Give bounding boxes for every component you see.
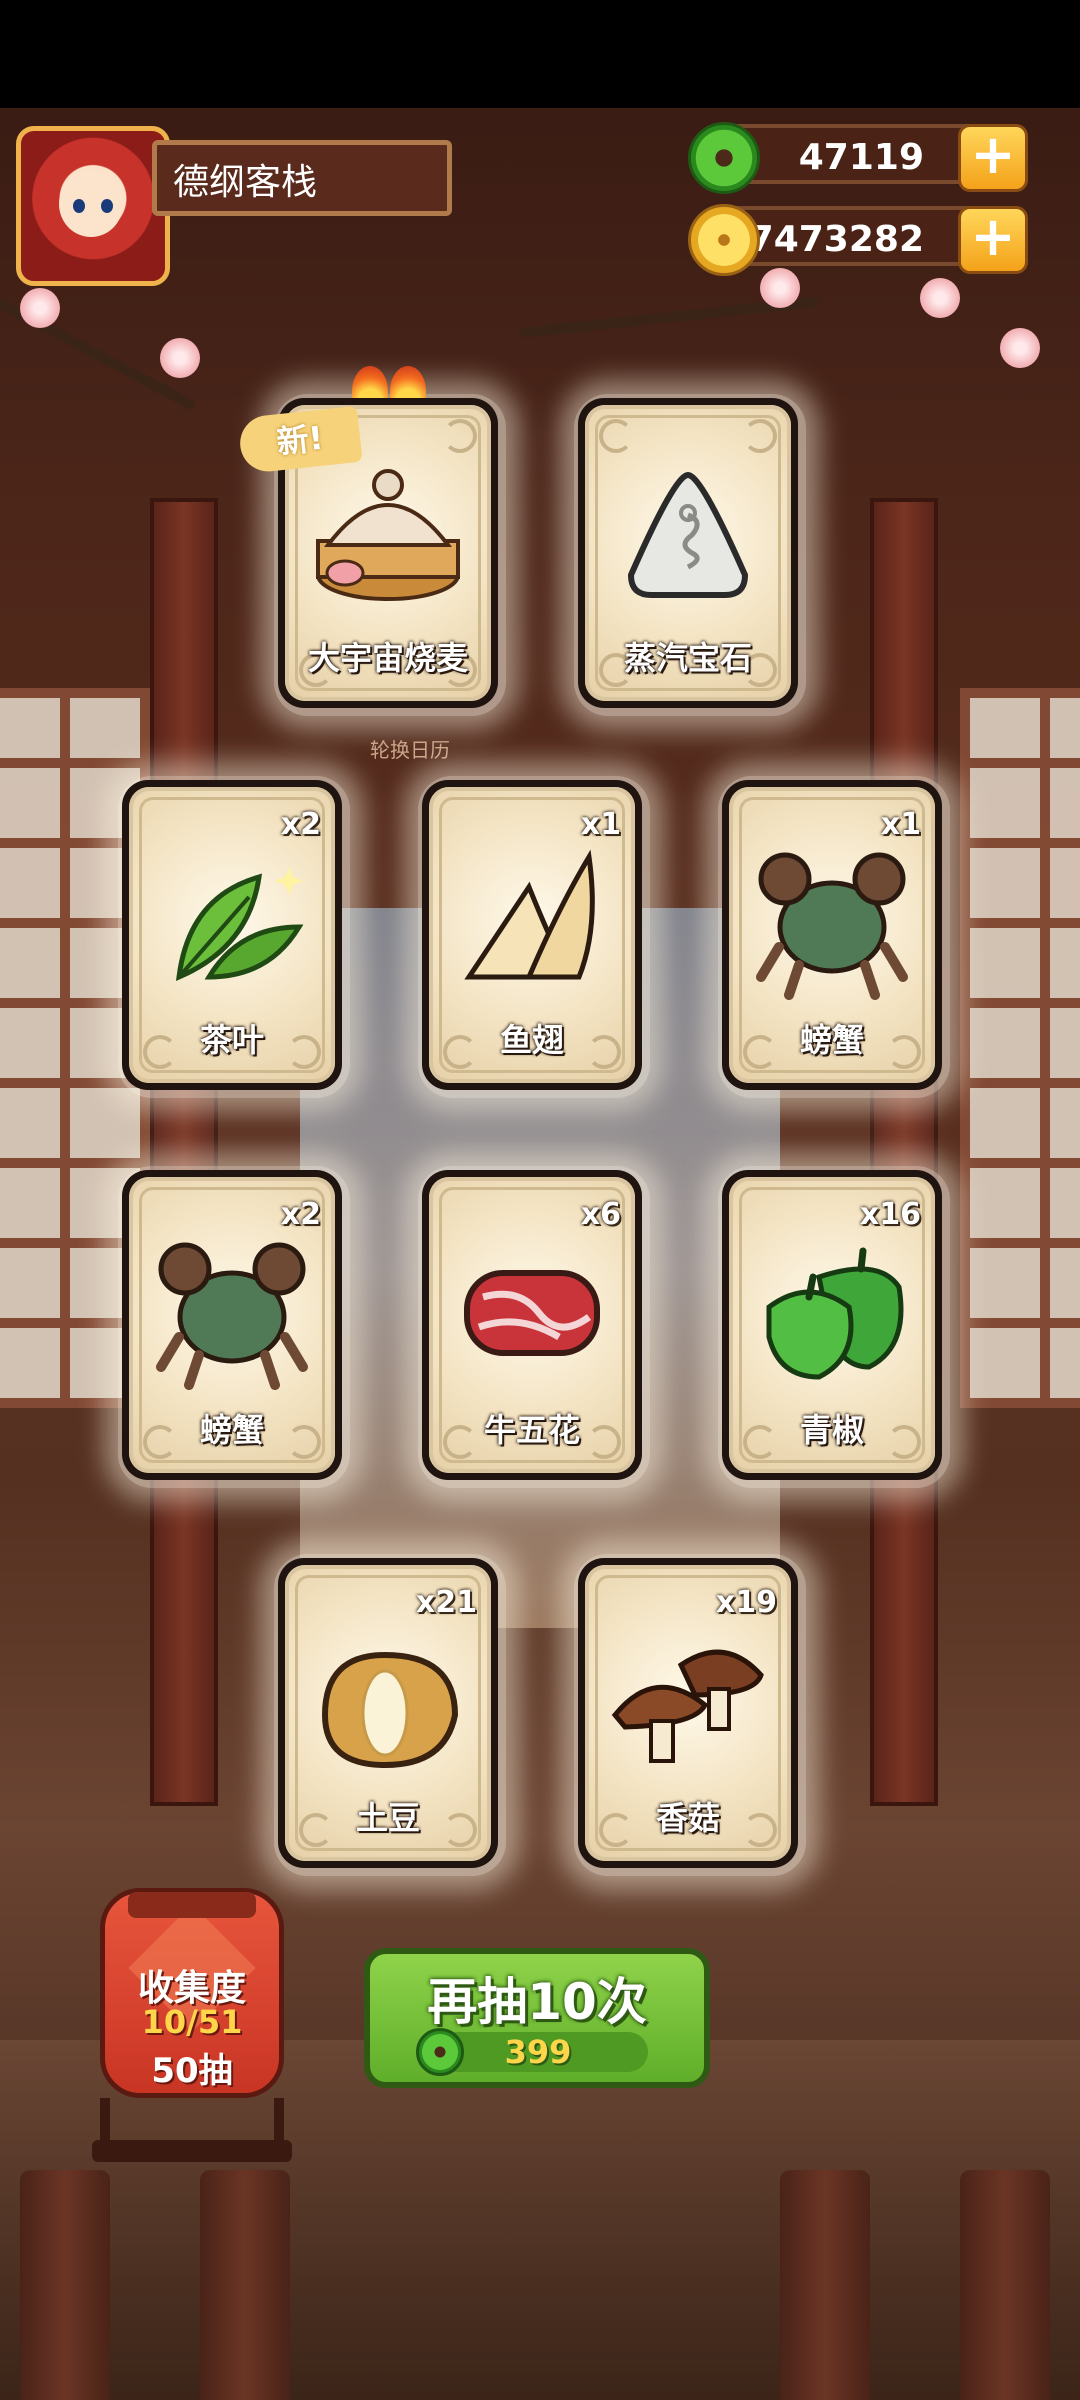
item-count: x2 — [280, 1197, 321, 1232]
item-count: x21 — [415, 1585, 477, 1620]
blossom — [1000, 328, 1040, 368]
potato-icon — [321, 1651, 459, 1769]
right-pillar — [870, 498, 938, 1806]
draw-cost-bar: 399 — [416, 2028, 648, 2076]
card-name: 青椒 — [799, 1411, 864, 1449]
item-count: x1 — [580, 807, 621, 842]
fence-post — [20, 2170, 110, 2400]
add-jade-button[interactable]: + — [958, 124, 1028, 192]
item-count: x19 — [715, 1585, 777, 1620]
player-avatar[interactable] — [16, 126, 170, 286]
card-beef[interactable]: x6 牛五花 — [422, 1170, 642, 1480]
fence-post — [960, 2170, 1050, 2400]
lantern-cap — [128, 1892, 256, 1918]
coin-currency-icon — [688, 204, 760, 276]
card-name: 土豆 — [355, 1799, 420, 1837]
card-name: 蒸汽宝石 — [623, 639, 752, 677]
collection-lantern[interactable]: 收集度 10/51 50抽 — [100, 1888, 284, 2098]
collection-progress: 10/51 — [141, 2003, 243, 2041]
item-count: x1 — [880, 807, 921, 842]
item-count: x6 — [580, 1197, 621, 1232]
draw-cost: 399 — [504, 2033, 572, 2071]
card-crab[interactable]: x1 螃蟹 — [722, 780, 942, 1090]
avatar-face — [59, 171, 123, 237]
left-pillar — [150, 498, 218, 1806]
blossom — [920, 278, 960, 318]
card-name: 鱼翅 — [499, 1021, 564, 1059]
fence-post — [200, 2170, 290, 2400]
shark-fin-icon — [464, 849, 595, 980]
blossom — [160, 338, 200, 378]
collection-pulls: 50抽 — [151, 2051, 233, 2091]
card-name: 大宇宙烧麦 — [307, 639, 468, 677]
draw-again-label: 再抽10次 — [427, 1973, 647, 2031]
add-coins-button[interactable]: + — [958, 206, 1028, 274]
lantern-base — [92, 2140, 292, 2162]
crab-icon — [756, 852, 908, 1000]
jade-currency-icon — [688, 122, 760, 194]
card-tea-leaf[interactable]: x2 茶叶 — [122, 780, 342, 1090]
card-name: 茶叶 — [199, 1021, 264, 1059]
card-green-pepper[interactable]: x16 青椒 — [722, 1170, 942, 1480]
mushroom-icon — [611, 1649, 764, 1763]
card-name: 牛五花 — [483, 1411, 580, 1449]
item-count: x2 — [280, 807, 321, 842]
card-crab[interactable]: x2 螃蟹 — [122, 1170, 342, 1480]
avatar-eye — [101, 199, 113, 213]
card-shark-fin[interactable]: x1 鱼翅 — [422, 780, 642, 1090]
card-steam-gem[interactable]: 蒸汽宝石 — [578, 398, 798, 708]
rotation-calendar-label: 轮换日历 — [370, 738, 450, 762]
card-name: 螃蟹 — [199, 1411, 264, 1449]
right-window-lattice — [960, 688, 1080, 1408]
item-count: x16 — [859, 1197, 921, 1232]
crab-icon — [156, 1242, 308, 1390]
card-mushroom[interactable]: x19 香菇 — [578, 1558, 798, 1868]
card-potato[interactable]: x21 土豆 — [278, 1558, 498, 1868]
tea-leaf-icon — [175, 867, 304, 982]
card-name: 螃蟹 — [799, 1021, 864, 1059]
card-name: 香菇 — [655, 1799, 720, 1837]
fence-post — [780, 2170, 870, 2400]
beef-slice-icon — [464, 1270, 600, 1356]
draw-again-button[interactable]: 再抽10次 399 — [364, 1948, 710, 2088]
green-pepper-icon — [766, 1247, 904, 1380]
shaomai-dumpling-icon — [316, 469, 460, 601]
blossom — [20, 288, 60, 328]
shop-name: 德纲客栈 — [152, 140, 452, 216]
blossom — [760, 268, 800, 308]
steam-gem-icon — [627, 471, 749, 598]
avatar-eye — [73, 199, 85, 213]
